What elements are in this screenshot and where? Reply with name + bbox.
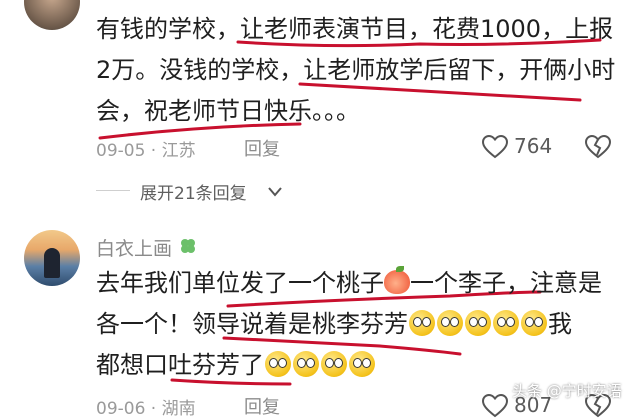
rolling-eyes-emoji-icon: [321, 351, 347, 377]
watermark: 头条 @宁时安语: [512, 382, 622, 400]
reply-button[interactable]: 回复: [244, 393, 280, 419]
rolling-eyes-emoji-icon: [465, 310, 491, 336]
expand-replies-button[interactable]: 展开21条回复: [96, 178, 296, 204]
rolling-eyes-emoji-icon: [437, 310, 463, 336]
clover-icon: [181, 239, 195, 253]
reply-button[interactable]: 回复: [244, 135, 280, 161]
heart-icon: [482, 394, 508, 418]
rolling-eyes-emoji-icon: [409, 310, 435, 336]
rolling-eyes-emoji-icon: [293, 351, 319, 377]
comment-text-segment: 一个李子，注意是: [410, 269, 602, 297]
expand-divider: [96, 190, 130, 191]
red-underline-annotations: [98, 38, 602, 386]
avatar-figure: [44, 248, 60, 278]
like-button[interactable]: 764: [482, 133, 552, 161]
chevron-down-icon: [268, 187, 282, 197]
expand-replies-label: 展开21条回复: [140, 184, 247, 204]
avatar[interactable]: [24, 230, 80, 286]
comment-text-line-3: 都想口吐芬芳了: [96, 350, 376, 380]
comment-text-segment: 去年我们单位发了一个桃子: [96, 269, 384, 297]
heart-icon: [482, 135, 508, 159]
comment-text-segment: 都想口吐芬芳了: [96, 351, 264, 379]
comment-text-segment: 各一个！领导说着是桃李芬芳: [96, 310, 408, 338]
broken-heart-icon[interactable]: [585, 135, 611, 159]
rolling-eyes-emoji-icon: [349, 351, 375, 377]
rolling-eyes-emoji-icon: [265, 351, 291, 377]
rolling-eyes-emoji-icon: [493, 310, 519, 336]
rolling-eyes-emoji-icon: [521, 310, 547, 336]
comment-text-line-2: 各一个！领导说着是桃李芬芳 我: [96, 309, 572, 339]
comment-text-segment: 我: [548, 310, 572, 338]
comment-date-location: 09-06 · 湖南: [96, 399, 196, 419]
peach-emoji-icon: [384, 266, 410, 294]
like-count: 764: [514, 134, 553, 158]
comment-text-line-1: 去年我们单位发了一个桃子 一个李子，注意是: [96, 266, 602, 298]
comment-date-location: 09-05 · 江苏: [96, 141, 196, 161]
username[interactable]: 白衣上画: [96, 234, 172, 261]
